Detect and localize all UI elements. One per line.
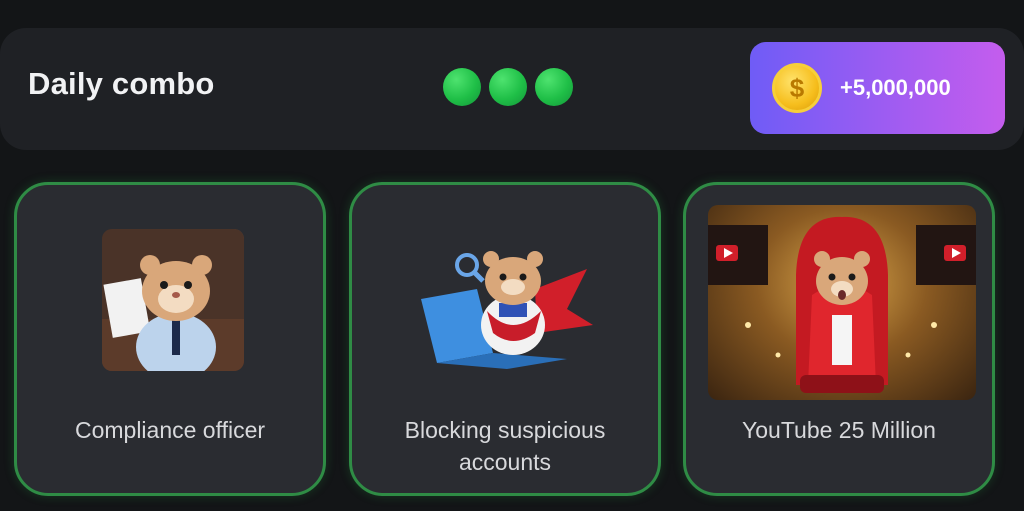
- combo-dot-found: [489, 68, 527, 106]
- daily-combo-title: Daily combo: [28, 66, 215, 101]
- card-label: Blocking suspicious accounts: [404, 417, 606, 475]
- hamster-office-icon: [102, 229, 244, 371]
- coin-icon: $: [772, 63, 822, 113]
- hamster-laptop-hero-icon: [417, 229, 597, 371]
- combo-reward-badge[interactable]: $ +5,000,000: [750, 42, 1005, 134]
- combo-progress-dots: [443, 68, 573, 106]
- combo-card-youtube-25-million[interactable]: YouTube 25 Million: [683, 182, 995, 496]
- daily-combo-screen: Daily combo $ +5,000,000 Compliance offi…: [0, 0, 1024, 511]
- combo-card-compliance-officer[interactable]: Compliance officer: [14, 182, 326, 496]
- card-label: Compliance officer: [74, 417, 266, 443]
- combo-card-blocking-suspicious-accounts[interactable]: Blocking suspicious accounts: [349, 182, 661, 496]
- combo-dot-found: [443, 68, 481, 106]
- combo-reward-amount: +5,000,000: [840, 75, 951, 100]
- card-label: YouTube 25 Million: [742, 417, 936, 443]
- hamster-youtube-throne-icon: [708, 205, 976, 400]
- combo-dot-found: [535, 68, 573, 106]
